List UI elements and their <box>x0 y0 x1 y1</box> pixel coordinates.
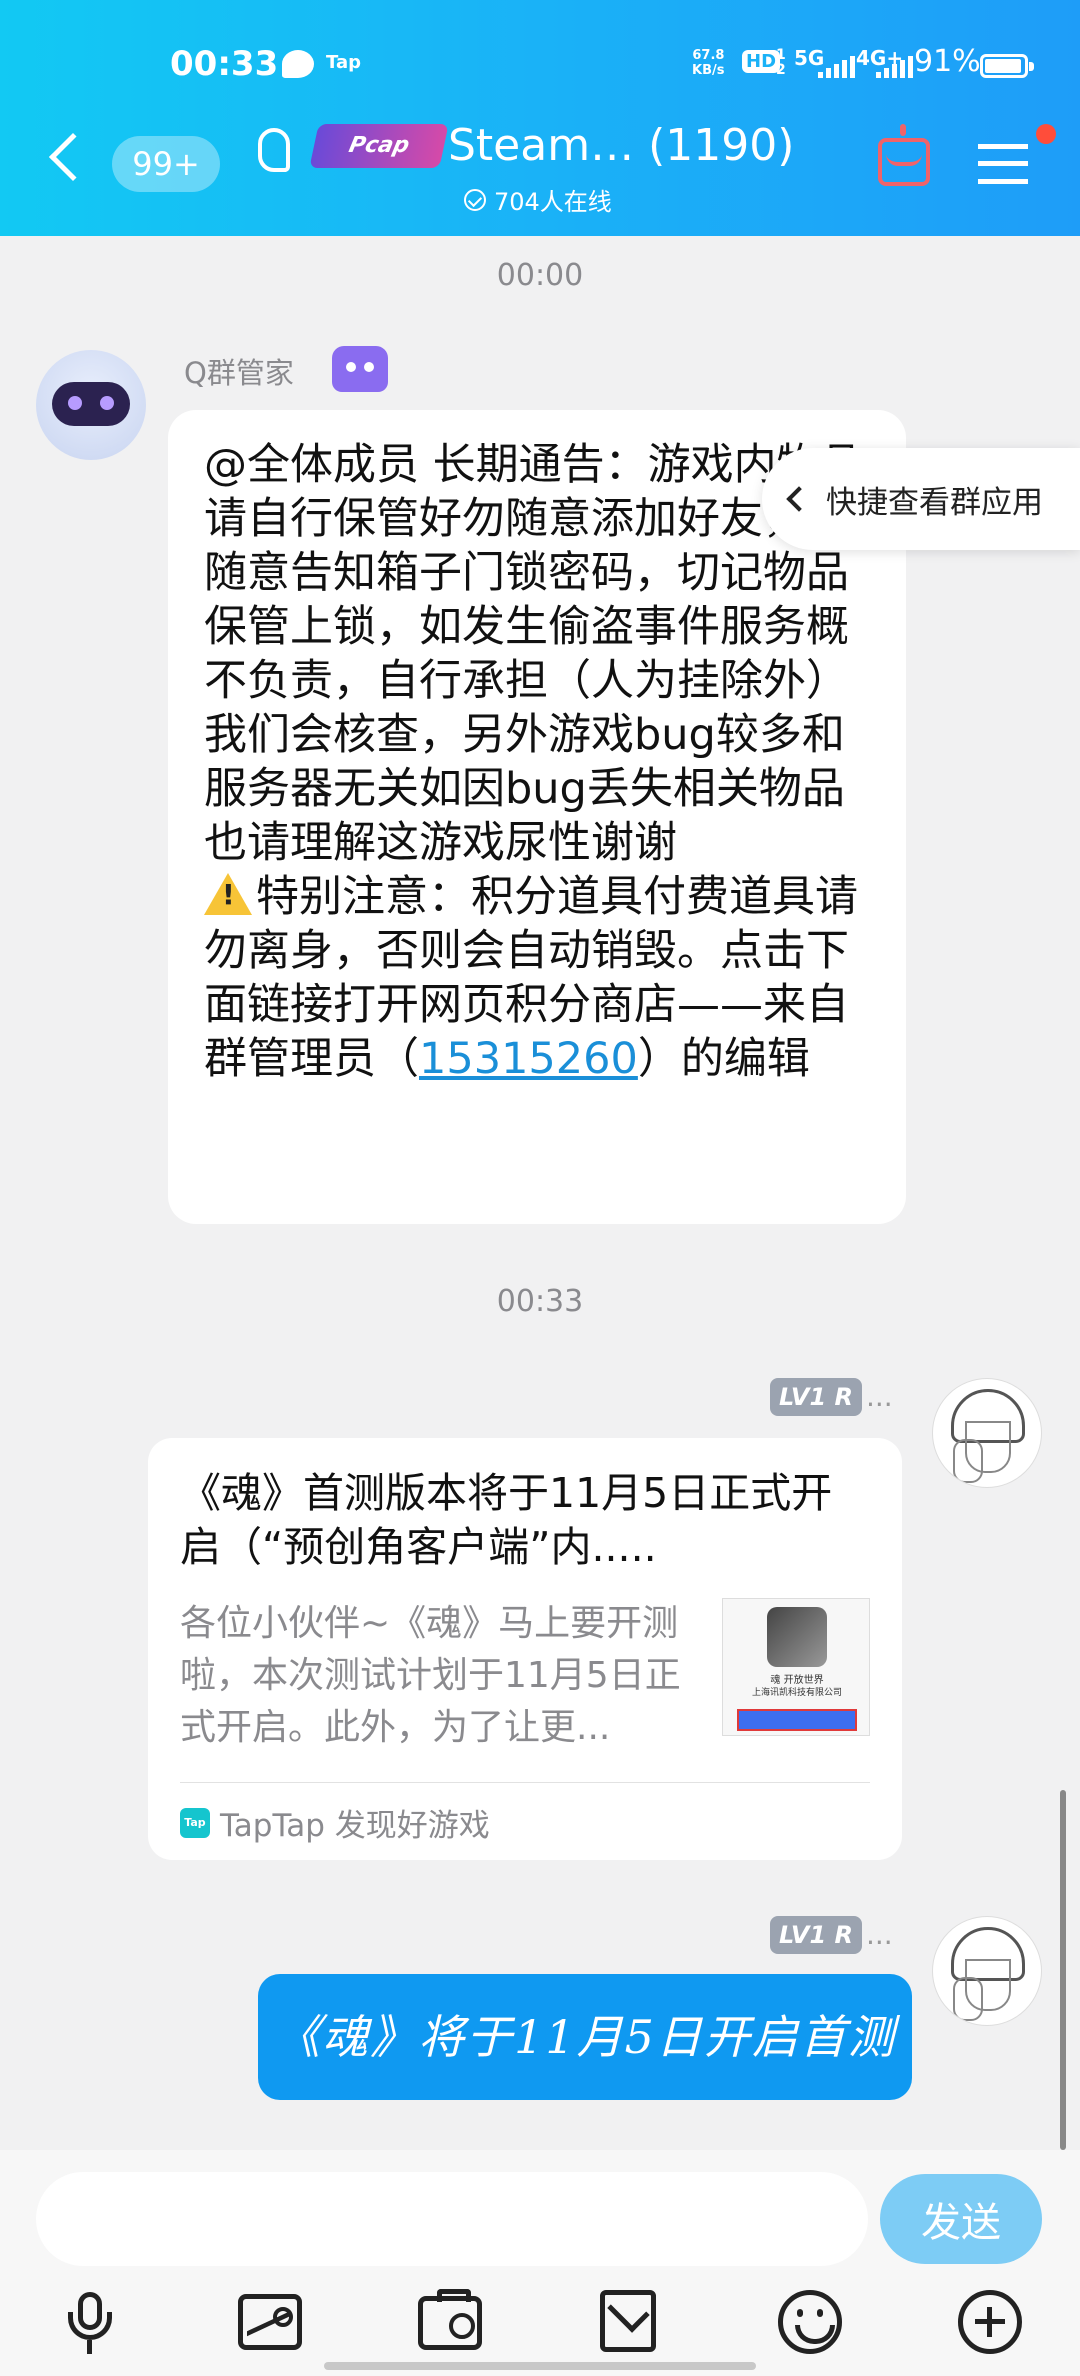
mic-icon[interactable] <box>58 2290 122 2354</box>
notification-dot <box>1036 124 1056 144</box>
warning-icon <box>204 873 252 915</box>
thumb-line-1: 魂 开放世界 <box>770 1675 824 1686</box>
mic-arc <box>68 2312 112 2340</box>
chat-scrollbar[interactable] <box>1060 1790 1066 2150</box>
status-bar: 00:33 Tap 67.8 KB/s HD 12 5G 4G+ 91% <box>0 40 1080 96</box>
battery-percent: 91% <box>914 44 981 79</box>
admin-link[interactable]: 15315260 <box>419 1034 638 1084</box>
sent-message-bubble[interactable]: 《魂》将于11月5日开启首测 <box>258 1974 912 2100</box>
thumb-line-2: 上海讯凯科技有限公司 <box>751 1688 842 1698</box>
speed-unit: KB/s <box>692 63 725 78</box>
plus-icon[interactable] <box>958 2290 1022 2354</box>
status-time: 00:33 <box>170 44 279 84</box>
online-check-icon <box>464 188 486 211</box>
menu-icon[interactable] <box>978 144 1028 184</box>
group-title[interactable]: Steam… (1190) <box>448 120 794 171</box>
unread-badge[interactable]: 99+ <box>112 136 220 192</box>
chevron-left-icon <box>786 486 812 512</box>
message-timestamp: 00:33 <box>496 1284 584 1319</box>
bot-avatar[interactable] <box>36 350 146 460</box>
tap-notification-icon: Tap <box>326 52 361 73</box>
ear-icon[interactable] <box>258 128 290 172</box>
thumb-button <box>737 1709 857 1731</box>
cake-icon[interactable] <box>878 124 930 186</box>
card-divider <box>180 1782 870 1783</box>
quick-view-group-apps-button[interactable]: 快捷查看群应用 <box>762 448 1080 550</box>
message-input[interactable] <box>36 2172 868 2266</box>
user-avatar[interactable] <box>932 1378 1042 1488</box>
quick-app-label: 快捷查看群应用 <box>826 484 1043 521</box>
input-bar: 发送 <box>0 2150 1080 2376</box>
level-badge: LV1 R <box>770 1916 862 1954</box>
online-count[interactable]: 704人在线 <box>464 182 612 217</box>
level-badge: LV1 R <box>770 1378 862 1416</box>
user-avatar[interactable] <box>932 1916 1042 2026</box>
hd-icon: HD <box>742 50 781 73</box>
chat-notification-icon <box>282 50 314 78</box>
sender-name-ellipsis[interactable]: ... <box>866 1918 893 1951</box>
taptap-icon: Tap <box>180 1807 210 1838</box>
emoji-icon[interactable] <box>778 2290 842 2354</box>
robot-icon <box>332 346 388 392</box>
avatar-hand <box>953 1977 983 2021</box>
avatar-hand <box>953 1439 983 1483</box>
shared-link-card[interactable]: 《魂》首测版本将于11月5日正式开启（“预创角客户端”内..... 各位小伙伴~… <box>148 1438 902 1860</box>
camera-icon[interactable] <box>418 2289 482 2350</box>
battery-icon <box>980 54 1034 78</box>
game-logo-icon <box>767 1607 827 1667</box>
red-packet-icon[interactable] <box>600 2290 656 2352</box>
card-thumbnail: 魂 开放世界 上海讯凯科技有限公司 <box>722 1598 870 1736</box>
robot-face-icon <box>52 382 130 426</box>
group-logo: Pcap <box>309 124 449 168</box>
back-icon[interactable] <box>48 132 98 182</box>
input-toolbar <box>0 2289 1080 2370</box>
card-source: Tap TapTap 发现好游戏 <box>180 1800 490 1845</box>
network-speed: 67.8 KB/s <box>692 48 724 78</box>
home-indicator[interactable] <box>324 2362 756 2370</box>
notice-end-text: ）的编辑 <box>637 1034 810 1084</box>
mic-stand <box>87 2340 92 2354</box>
send-button[interactable]: 发送 <box>880 2174 1042 2264</box>
sender-name[interactable]: Q群管家 <box>184 350 294 392</box>
photo-icon[interactable] <box>238 2294 302 2350</box>
card-source-label: TapTap 发现好游戏 <box>220 1808 490 1844</box>
signal-bars-2-icon <box>876 56 913 78</box>
sender-name-ellipsis[interactable]: ... <box>866 1380 893 1413</box>
card-title: 《魂》首测版本将于11月5日正式开启（“预创角客户端”内..... <box>180 1469 833 1571</box>
online-count-label: 704人在线 <box>494 188 612 216</box>
hd-sim-icon: 12 <box>776 47 786 78</box>
card-description: 各位小伙伴~《魂》马上要开测啦，本次测试计划于11月5日正式开启。此外，为了让更… <box>180 1603 681 1748</box>
announcement-notice: 特别注意：积分道具付费道具请勿离身，否则会自动销毁。点击下面链接打开网页积分商店… <box>204 870 870 1086</box>
message-timestamp: 00:00 <box>496 258 584 293</box>
signal-bars-icon <box>818 56 855 78</box>
chat-header: 00:33 Tap 67.8 KB/s HD 12 5G 4G+ 91% 99+ … <box>0 0 1080 236</box>
speed-value: 67.8 <box>692 48 725 63</box>
